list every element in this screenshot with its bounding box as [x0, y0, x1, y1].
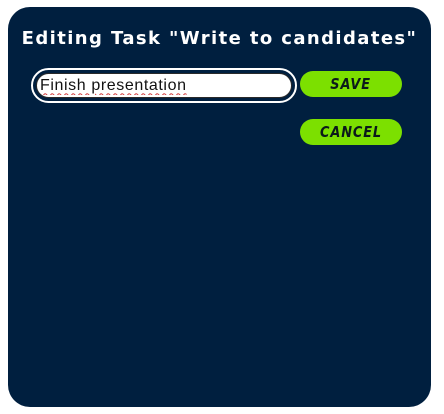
save-button[interactable]: SAVE [300, 71, 402, 97]
task-input-frame [31, 68, 297, 103]
save-button-label: SAVE [330, 75, 372, 93]
cancel-button[interactable]: CANCEL [300, 119, 402, 145]
dialog-title: Editing Task "Write to candidates" [21, 28, 418, 49]
cancel-button-label: CANCEL [320, 123, 382, 141]
edit-task-panel: Editing Task "Write to candidates" SAVE … [8, 7, 431, 407]
task-name-input[interactable] [36, 73, 292, 98]
